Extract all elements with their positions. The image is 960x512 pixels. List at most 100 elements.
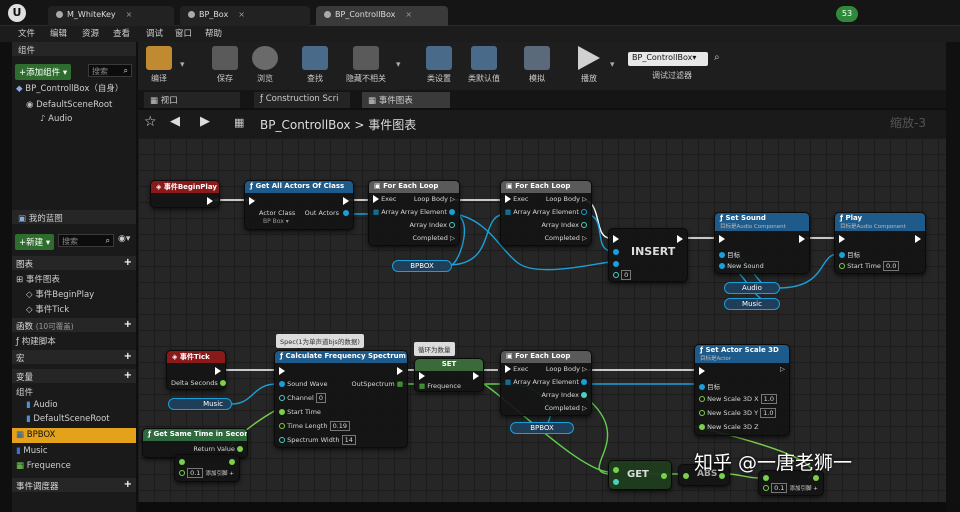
- exec-in-pin[interactable]: [719, 235, 725, 243]
- exec-out-pin[interactable]: [799, 235, 805, 243]
- pin-dot[interactable]: [719, 252, 725, 258]
- array-icon[interactable]: ▦: [373, 208, 379, 216]
- spectrum-width-value[interactable]: 14: [341, 435, 356, 445]
- search-icon[interactable]: ⌕: [714, 52, 720, 63]
- array-insert-node[interactable]: INSERT 0: [608, 228, 688, 282]
- pin-dot[interactable]: [719, 263, 725, 269]
- variable-item-selected[interactable]: ▦ BPBOX: [12, 428, 136, 443]
- exec-icon[interactable]: [505, 365, 511, 373]
- event-graph-item[interactable]: ⊞ 事件图表: [16, 273, 60, 285]
- find-button[interactable]: 查找: [296, 44, 334, 88]
- pin-dot[interactable]: [839, 263, 845, 269]
- user-badge[interactable]: 53: [836, 6, 858, 22]
- dispatchers-section[interactable]: 事件调度器 +: [12, 478, 136, 492]
- add-icon[interactable]: +: [124, 257, 132, 268]
- exec-in-pin[interactable]: [419, 372, 425, 380]
- pin-dot[interactable]: [699, 384, 705, 390]
- add-output-pin[interactable]: [229, 459, 235, 465]
- class-defaults-button[interactable]: 类默认值: [462, 44, 506, 88]
- exec-in-pin[interactable]: [839, 235, 845, 243]
- component-tree-item[interactable]: ♪ Audio: [40, 114, 72, 124]
- start-time-value[interactable]: 0.0: [883, 261, 900, 271]
- dropdown-arrow-icon[interactable]: ▾: [180, 60, 185, 70]
- pin-dot[interactable]: [699, 410, 705, 416]
- exec-icon[interactable]: [373, 195, 379, 203]
- tab-bp-box[interactable]: BP_Box ×: [180, 6, 310, 26]
- menu-debug[interactable]: 调试: [146, 27, 163, 39]
- close-icon[interactable]: ×: [405, 10, 412, 19]
- pin-dot[interactable]: [279, 423, 285, 429]
- scale-y-value[interactable]: 1.0: [760, 408, 777, 418]
- dropdown-arrow-icon[interactable]: ▾: [396, 60, 401, 70]
- forward-arrow-icon[interactable]: ▶: [200, 114, 210, 129]
- calculate-frequency-spectrum-node[interactable]: ƒ Calculate Frequency Spectrum Sound Wav…: [274, 350, 408, 448]
- music-getter-node[interactable]: Music: [168, 398, 232, 410]
- pin-dot[interactable]: [699, 396, 705, 402]
- variable-item[interactable]: ▮ Music: [16, 446, 48, 456]
- eye-icon[interactable]: ◉▾: [118, 234, 130, 244]
- array-in-pin[interactable]: [613, 467, 619, 473]
- array-icon[interactable]: ▦: [505, 208, 511, 216]
- blueprint-search-input[interactable]: 搜索 ⌕: [58, 234, 114, 247]
- browse-button[interactable]: 浏览: [246, 44, 284, 88]
- tab-viewport[interactable]: ▦ 视口: [144, 92, 240, 108]
- pin-dot[interactable]: [279, 437, 285, 443]
- menu-view[interactable]: 查看: [113, 27, 130, 39]
- pin-dot[interactable]: [581, 379, 587, 385]
- add-icon[interactable]: +: [124, 370, 132, 381]
- item-in-pin[interactable]: [613, 261, 619, 267]
- add-component-button[interactable]: +添加组件 ▾: [15, 64, 72, 80]
- time-length-value[interactable]: 0.19: [329, 421, 351, 431]
- index-value[interactable]: 0: [621, 270, 632, 280]
- variable-item[interactable]: ▦ Frequence: [16, 461, 71, 471]
- tab-bp-controllbox[interactable]: BP_ControllBox ×: [316, 6, 448, 26]
- pin-dot[interactable]: [449, 209, 455, 215]
- comment-bubble[interactable]: Spec(1为单声道bjs的数据): [276, 334, 364, 348]
- for-each-loop-node-3[interactable]: ▣ For Each Loop Exec ▦ Array Loop Body ▷…: [500, 350, 592, 416]
- music-getter-node[interactable]: Music: [724, 298, 780, 310]
- construction-script-item[interactable]: ƒ 构建脚本: [16, 335, 56, 347]
- comment-bubble[interactable]: 循环为数量: [414, 342, 455, 356]
- pin-dot[interactable]: [581, 209, 587, 215]
- components-search-input[interactable]: 搜索 ⌕: [88, 64, 132, 77]
- pin-dot[interactable]: [581, 222, 587, 228]
- unreal-logo-icon[interactable]: U: [8, 4, 26, 22]
- exec-out-pin[interactable]: [473, 372, 479, 380]
- set-actor-scale-3d-node[interactable]: ƒ Set Actor Scale 3D 目标是Actor ▷ 目标 New Sc…: [694, 344, 790, 436]
- components-group[interactable]: 组件: [16, 386, 33, 398]
- pin-dot[interactable]: [449, 222, 455, 228]
- breadcrumb-root[interactable]: BP_ControllBox: [260, 118, 351, 132]
- event-graph-canvas[interactable]: ◈ 事件BeginPlay ƒ Get All Actors Of Class …: [138, 138, 946, 502]
- exec-out-pin[interactable]: [915, 235, 921, 243]
- menu-help[interactable]: 帮助: [205, 27, 222, 39]
- array-get-node[interactable]: GET: [608, 460, 672, 490]
- event-beginplay-node[interactable]: ◈ 事件BeginPlay: [150, 180, 220, 208]
- for-each-loop-node-2[interactable]: ▣ For Each Loop Exec ▦ Array Loop Body ▷…: [500, 180, 592, 246]
- component-tree-item[interactable]: ◉ DefaultSceneRoot: [26, 100, 112, 110]
- array-in-pin[interactable]: [613, 249, 619, 255]
- pin-dot[interactable]: [179, 459, 185, 465]
- compile-button[interactable]: 编译: [140, 44, 178, 88]
- close-icon[interactable]: ×: [126, 10, 133, 19]
- pin-dot[interactable]: [219, 380, 226, 386]
- set-sound-node[interactable]: ƒ Set Sound 目标是Audio Component 目标 New Sou…: [714, 212, 810, 274]
- event-tick-node[interactable]: ◈ 事件Tick Delta Seconds: [166, 350, 226, 390]
- pin-dot[interactable]: [699, 424, 705, 430]
- array-icon[interactable]: ▦: [505, 378, 511, 386]
- hide-unrelated-button[interactable]: 隐藏不相关: [338, 44, 394, 88]
- pin-dot[interactable]: [279, 409, 285, 415]
- get-all-actors-node[interactable]: ƒ Get All Actors Of Class Actor Class BP…: [244, 180, 354, 230]
- play-node[interactable]: ƒ Play 目标是Audio Component 目标 Start Time 0…: [834, 212, 926, 274]
- index-in-pin[interactable]: [613, 479, 619, 485]
- set-frequence-node[interactable]: SET ▦ Frequence: [414, 358, 484, 392]
- new-button[interactable]: +新建 ▾: [15, 234, 55, 250]
- exec-out-pin[interactable]: [215, 367, 221, 375]
- tab-construction-script[interactable]: ƒ Construction Scri: [254, 92, 350, 108]
- out-actors-dot[interactable]: [343, 210, 349, 216]
- exec-icon[interactable]: [505, 195, 511, 203]
- close-icon[interactable]: ×: [238, 10, 245, 19]
- menu-edit[interactable]: 编辑: [50, 27, 67, 39]
- breadcrumb-current[interactable]: 事件图表: [368, 118, 416, 132]
- pin-dot[interactable]: [581, 392, 587, 398]
- add-icon[interactable]: +: [124, 351, 132, 362]
